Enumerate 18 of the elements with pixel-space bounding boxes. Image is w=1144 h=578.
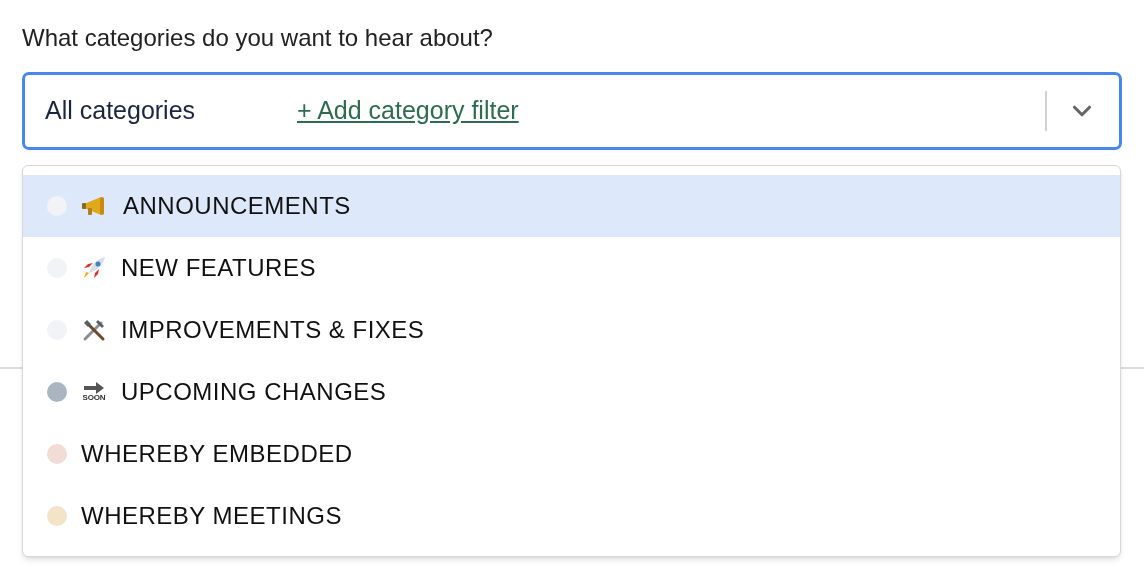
option-label: NEW FEATURES bbox=[121, 253, 316, 283]
question-label: What categories do you want to hear about? bbox=[22, 23, 494, 53]
category-option[interactable]: IMPROVEMENTS & FIXES bbox=[23, 299, 1120, 361]
option-label: ANNOUNCEMENTS bbox=[123, 191, 351, 221]
rocket-icon bbox=[81, 255, 107, 281]
category-option[interactable]: WHEREBY MEETINGS bbox=[23, 485, 1120, 547]
tools-icon bbox=[81, 317, 107, 343]
category-select[interactable]: All categories + Add category filter bbox=[22, 72, 1122, 150]
option-label: IMPROVEMENTS & FIXES bbox=[121, 315, 425, 345]
select-value: All categories bbox=[45, 95, 197, 127]
category-option[interactable]: SOON UPCOMING CHANGES bbox=[23, 361, 1120, 423]
add-category-filter-link[interactable]: + Add category filter bbox=[297, 92, 519, 130]
option-label: UPCOMING CHANGES bbox=[121, 377, 387, 407]
option-label: WHEREBY EMBEDDED bbox=[81, 439, 353, 469]
category-option[interactable]: WHEREBY EMBEDDED bbox=[23, 423, 1120, 485]
category-option[interactable]: NEW FEATURES bbox=[23, 237, 1120, 299]
category-option[interactable]: ANNOUNCEMENTS bbox=[23, 175, 1120, 237]
option-label: WHEREBY MEETINGS bbox=[81, 501, 342, 531]
